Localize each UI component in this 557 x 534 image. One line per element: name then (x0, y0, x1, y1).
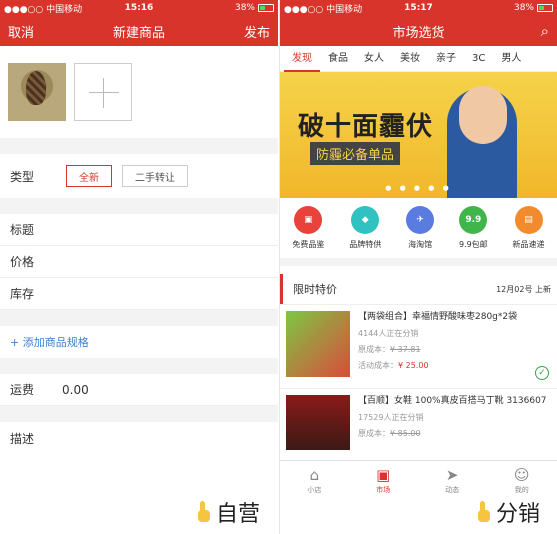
type-label: 类型 (10, 169, 35, 184)
page-title: 市场选货 (392, 25, 445, 41)
type-row: 类型 全新 二手转让 (0, 154, 278, 198)
page-title: 新建商品 (112, 25, 165, 41)
list-item[interactable]: 【两袋组合】幸福情野酸味枣280g*2袋 4144人正在分销 原成本：¥ 37.… (280, 304, 557, 388)
tab-feed[interactable]: ➤ 动态 (445, 467, 459, 495)
title-field[interactable]: 标题 (0, 214, 278, 246)
product-name: 【两袋组合】幸福情野酸味枣280g*2袋 (358, 312, 518, 322)
type-new-option[interactable]: 全新 (66, 165, 113, 187)
status-bar: ●●●○○ 中国移动 15:17 38% (280, 0, 557, 16)
type-secondhand-option[interactable]: 二手转让 (122, 165, 189, 187)
tab-kids[interactable]: 亲子 (428, 46, 464, 72)
tab-beauty[interactable]: 美妆 (392, 46, 428, 72)
caption-text: 自营 (216, 502, 261, 527)
shortcut-new-arrivals[interactable]: ▤ 新品速递 (513, 206, 545, 250)
overseas-icon: ✈ (406, 206, 435, 234)
smiley-icon: ☺ (513, 465, 530, 484)
list-item[interactable]: 【百顺】女鞋 100%真皮百搭马丁靴 3136607 17529人正在分销 原成… (280, 388, 557, 450)
banner-title: 破十面霾伏 (298, 112, 434, 142)
new-product-screen: ●●●○○ 中国移动 15:16 38% 取消 新建商品 发布 类型 全新 二手… (0, 0, 278, 534)
original-cost: ¥ 37.81 (390, 345, 421, 354)
brand-supply-icon: ◆ (351, 206, 380, 234)
add-spec-link[interactable]: + 添加商品规格 (0, 326, 278, 358)
tab-3c[interactable]: 3C (464, 46, 493, 72)
caption: 自营 (196, 496, 260, 528)
promo-banner[interactable]: 破十面霾伏 防霾必备单品 ● ● ● ● ● (280, 72, 557, 198)
pointing-hand-icon (196, 501, 212, 523)
price-field[interactable]: 价格 (0, 246, 278, 278)
tab-shop[interactable]: ⌂ 小店 (307, 467, 321, 495)
tab-me[interactable]: ☺ 我的 (514, 467, 530, 495)
freight-label: 运费 (10, 383, 35, 397)
free-shipping-icon: 9.9 (459, 206, 488, 234)
market-icon: ▣ (376, 465, 391, 484)
market-screen: ●●●○○ 中国移动 15:17 38% 市场选货 ⌕ 发现 食品 女人 美妆 … (279, 0, 557, 534)
shortcut-brand-supply[interactable]: ◆ 品牌特供 (349, 206, 381, 250)
status-bar: ●●●○○ 中国移动 15:16 38% (0, 0, 278, 16)
check-icon[interactable]: ✓ (535, 366, 549, 380)
description-field[interactable]: 描述 (0, 422, 278, 454)
original-cost: ¥ 85.00 (390, 429, 421, 438)
tab-men[interactable]: 男人 (493, 46, 529, 72)
product-photo[interactable] (8, 63, 66, 121)
publish-button[interactable]: 发布 (244, 22, 270, 41)
banner-subtitle: 防霾必备单品 (310, 142, 401, 165)
tab-food[interactable]: 食品 (320, 46, 356, 72)
product-image (286, 395, 350, 450)
distributor-count: 17529人正在分销 (358, 413, 424, 422)
search-icon[interactable]: ⌕ (541, 22, 549, 40)
freight-value: 0.00 (62, 382, 89, 397)
paper-plane-icon: ➤ (445, 465, 459, 484)
shortcut-free-shipping[interactable]: 9.9 9.9包邮 (459, 206, 488, 250)
bottom-tab-bar: ⌂ 小店 ▣ 市场 ➤ 动态 ☺ 我的 (280, 460, 557, 500)
free-tasting-icon: ▣ (294, 206, 323, 234)
shortcut-free-tasting[interactable]: ▣ 免费品鉴 (292, 206, 324, 250)
banner-figure-head (459, 86, 507, 144)
section-title: 限时特价 (293, 283, 337, 296)
cancel-button[interactable]: 取消 (8, 22, 34, 41)
battery-icon (258, 4, 274, 12)
product-name: 【百顺】女鞋 100%真皮百搭马丁靴 3136607 (358, 396, 547, 406)
flash-sale-header: 限时特价 12月02号 上新 (280, 274, 557, 304)
shortcut-overseas[interactable]: ✈ 海淘馆 (406, 206, 435, 250)
clock: 15:16 (124, 3, 154, 13)
banner-pager-dots: ● ● ● ● ● (385, 184, 452, 192)
section-date: 12月02号 上新 (496, 284, 551, 294)
nav-bar: 取消 新建商品 发布 (0, 16, 278, 46)
clock: 15:17 (404, 3, 433, 13)
stock-field[interactable]: 库存 (0, 278, 278, 310)
add-photo-button[interactable] (74, 63, 132, 121)
category-tabs: 发现 食品 女人 美妆 亲子 3C 男人 (280, 46, 557, 72)
tab-market[interactable]: ▣ 市场 (376, 467, 390, 495)
battery-icon (537, 4, 553, 12)
photo-row (0, 46, 278, 138)
promo-cost: ¥ 25.00 (398, 361, 429, 370)
product-image (286, 311, 350, 377)
shop-icon: ⌂ (309, 465, 320, 484)
caption: 分销 (476, 496, 540, 528)
freight-field[interactable]: 运费 0.00 (0, 374, 278, 406)
shortcut-icons: ▣ 免费品鉴 ◆ 品牌特供 ✈ 海淘馆 9.9 9.9包邮 ▤ 新品速递 (280, 198, 557, 266)
nav-bar: 市场选货 ⌕ (280, 16, 557, 46)
new-arrivals-icon: ▤ (514, 206, 543, 234)
tab-women[interactable]: 女人 (356, 46, 392, 72)
distributor-count: 4144人正在分销 (358, 329, 419, 338)
caption-text: 分销 (496, 502, 541, 527)
tab-discover[interactable]: 发现 (284, 46, 320, 72)
pointing-hand-icon (476, 501, 492, 523)
